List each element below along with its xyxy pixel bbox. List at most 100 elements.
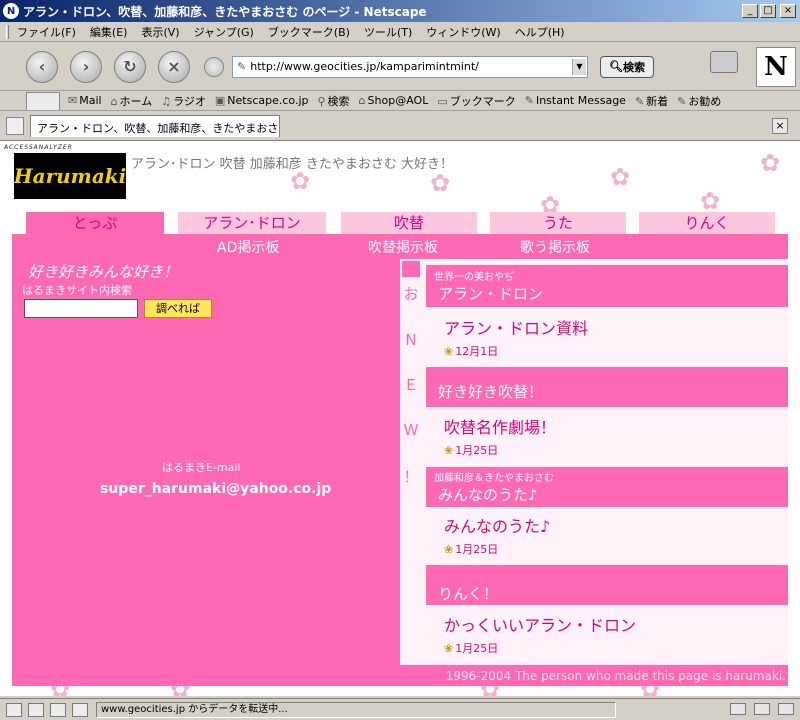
bookmark-label: Shop@AOL [367, 94, 429, 107]
bookmark-home[interactable]: ⌂ ホーム [111, 93, 153, 109]
news-date-text: 1月25日 [455, 543, 499, 556]
page-footer: 1996-2004 The person who made this page … [12, 666, 788, 686]
link-icon: ✎ [677, 94, 687, 108]
bunny-icon: ❀ [444, 543, 454, 556]
bookmark-mail[interactable]: ✉ Mail [68, 94, 102, 107]
menu-file[interactable]: ファイル(F) [17, 24, 76, 40]
security-icon[interactable] [754, 703, 770, 715]
bookmark-im[interactable]: ✎ Instant Message [525, 94, 626, 107]
maximize-button[interactable]: □ [760, 4, 776, 18]
reload-button[interactable]: ↻ [114, 50, 146, 83]
tab-links[interactable]: りんく [639, 212, 775, 234]
news-date-text: 1月25日 [455, 642, 499, 655]
bookmark-bookmarks[interactable]: ▭ ブックマーク [437, 93, 515, 109]
news-link[interactable]: みんなのうた♪ [444, 513, 550, 537]
bookmark-shop[interactable]: ⌂ Shop@AOL [359, 94, 429, 107]
news-link[interactable]: かっくいいアラン・ドロン [444, 612, 636, 636]
bookmark-recommend[interactable]: ✎ お勧め [677, 93, 721, 109]
menu-view[interactable]: 表示(V) [141, 24, 179, 40]
status-right-icons [730, 703, 794, 715]
site-search-label: はるまきサイト内検索 [22, 284, 132, 297]
song-bbs-link[interactable]: 歌う掲示板 [520, 237, 590, 257]
url-bar[interactable]: ✎ http://www.geocities.jp/kamparimintmin… [232, 55, 588, 78]
news-date-text: 12月1日 [455, 345, 499, 358]
browser-tab[interactable]: アラン・ドロン、吹替、加藤和彦、きたやまおさ... [30, 115, 280, 137]
dubbing-bbs-link[interactable]: 吹替掲示板 [368, 237, 438, 257]
menu-help[interactable]: ヘルプ(H) [515, 24, 565, 40]
radio-icon: ♫ [161, 94, 172, 108]
netscape-icon: N [3, 3, 19, 19]
tab-top[interactable]: とっぷ [26, 212, 164, 234]
news-side-label: お N E W ！ [402, 261, 420, 486]
back-button[interactable]: ‹ [26, 50, 58, 83]
bunny-icon: ❀ [444, 642, 454, 655]
toolbar-grip[interactable] [6, 24, 9, 39]
navigation-toolbar: ‹ › ↻ × ✎ http://www.geocities.jp/kampar… [0, 43, 800, 91]
composer-icon[interactable] [28, 702, 44, 717]
left-heading: 好き好きみんな好き！ [28, 263, 179, 281]
search-button-label: 検索 [622, 60, 645, 74]
bunny-icon: ❀ [444, 345, 454, 358]
online-status-icon[interactable] [730, 703, 746, 715]
bookmark-label: 新着 [646, 94, 669, 108]
url-text[interactable]: http://www.geocities.jp/kamparimintmint/ [250, 60, 572, 73]
forward-button[interactable]: › [70, 50, 102, 83]
aim-icon[interactable] [50, 702, 66, 717]
popup-blocker-icon[interactable] [778, 703, 794, 715]
close-tab-button[interactable]: × [772, 118, 788, 134]
menu-bookmarks[interactable]: ブックマーク(B) [268, 24, 350, 40]
folder-icon: ▭ [437, 94, 448, 108]
url-dropdown-icon[interactable]: ▼ [572, 58, 586, 75]
site-tagline: アラン･ドロン 吹替 加藤和彦 きたやまおさむ 大好き！ [131, 157, 454, 172]
netscape-throbber-icon[interactable]: N [756, 47, 796, 87]
history-dropdown-button[interactable] [204, 56, 224, 77]
title-bar: N アラン・ドロン、吹替、加藤和彦、きたやまおさむ のページ - Netscap… [0, 0, 800, 22]
news-link[interactable]: 吹替名作劇場！ [444, 414, 556, 438]
bookmark-new[interactable]: ✎ 新着 [635, 93, 668, 109]
email-label: はるまきE-mail [162, 461, 241, 474]
bookmark-netscape[interactable]: ▣ Netscape.co.jp [215, 94, 309, 107]
web-page: ✿ ✿ ✿ ✿ ✿ ✿ ✿ ✿ ✿ ✿ ACCESSANALYZER Harum… [0, 140, 800, 696]
print-icon[interactable] [710, 51, 738, 73]
sakura-petal-icon: ✿ [610, 163, 631, 191]
news-title: 好き好き吹替！ [438, 383, 544, 401]
ad-bbs-link[interactable]: AD掲示板 [217, 237, 279, 257]
menu-tools[interactable]: ツール(T) [364, 24, 412, 40]
news-link[interactable]: アラン・ドロン資料 [444, 315, 588, 339]
access-analyzer-badge[interactable]: ACCESSANALYZER [4, 144, 73, 151]
shop-icon: ⌂ [358, 94, 366, 107]
address-book-icon[interactable] [72, 702, 88, 717]
tab-alain-delon[interactable]: アラン･ドロン [178, 212, 326, 234]
close-button[interactable]: × [780, 4, 796, 18]
mail-icon: ✉ [68, 94, 78, 107]
home-tab-icon[interactable] [26, 91, 60, 110]
bookmark-search[interactable]: ⚲ 検索 [317, 93, 349, 109]
menu-bar: ファイル(F) 編集(E) 表示(V) ジャンプ(G) ブックマーク(B) ツー… [0, 22, 800, 42]
stop-button[interactable]: × [158, 50, 190, 83]
news-marker [402, 261, 420, 277]
new-tab-icon[interactable] [6, 117, 24, 135]
news-date: ❀ 1月25日 [444, 640, 498, 656]
sakura-petal-icon: ✿ [290, 167, 311, 195]
news-side-char: W [403, 421, 419, 439]
search-button[interactable]: 🔍︎ 検索 [600, 55, 654, 78]
bookmark-label: ホーム [119, 94, 153, 108]
news-subtitle: 世界一の美おやぢ [434, 272, 514, 283]
bunny-icon: ❀ [444, 444, 454, 457]
bookmark-radio[interactable]: ♫ ラジオ [161, 93, 206, 109]
menu-window[interactable]: ウィンドウ(W) [426, 24, 500, 40]
menu-go[interactable]: ジャンプ(G) [194, 24, 254, 40]
tab-songs[interactable]: うた [490, 212, 626, 234]
sakura-petal-icon: ✿ [760, 149, 781, 177]
site-search-button[interactable]: 調べれば [144, 299, 212, 318]
news-side-char: お [403, 285, 419, 303]
link-icon: ✎ [524, 94, 534, 107]
minimize-button[interactable]: _ [742, 4, 758, 18]
email-address-link[interactable]: super_harumaki@yahoo.co.jp [100, 481, 331, 497]
mail-status-icon[interactable] [6, 702, 22, 717]
tab-dubbing[interactable]: 吹替 [341, 212, 477, 234]
site-logo[interactable]: Harumaki [14, 153, 126, 199]
site-search-input[interactable] [24, 299, 138, 318]
bookmark-label: ラジオ [173, 94, 206, 108]
menu-edit[interactable]: 編集(E) [90, 24, 128, 40]
